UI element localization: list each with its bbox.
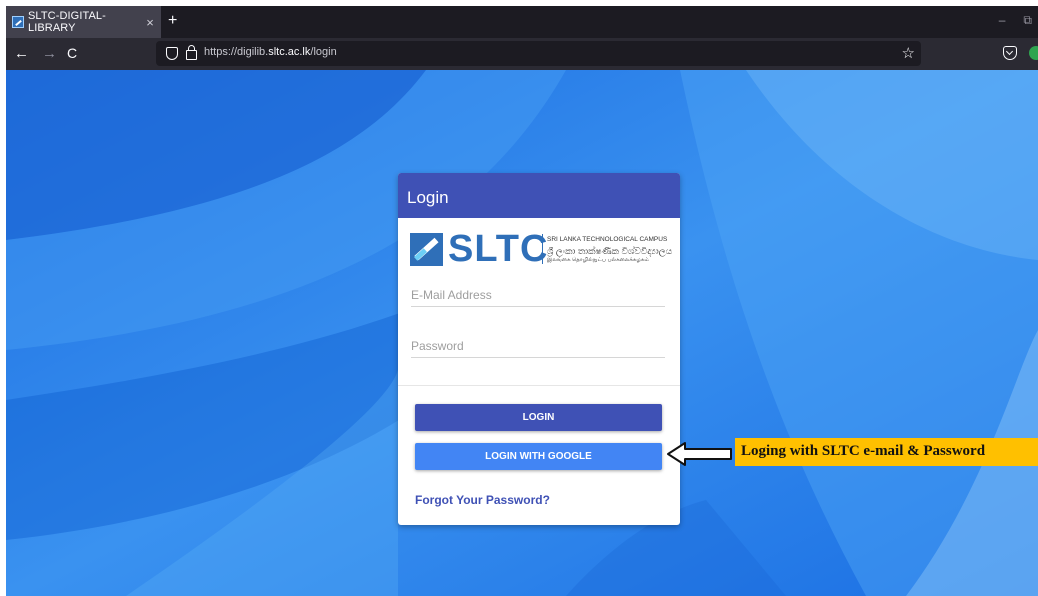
logo-tamil-name: இலங்கை தொழில்நுட்ப பல்கலைக்கழகம் [547,257,649,263]
favicon-icon [12,16,24,28]
page-viewport: Login SLTC SRI LANKA TECHNOLOGICAL CAMPU… [6,70,1038,596]
login-card: Login SLTC SRI LANKA TECHNOLOGICAL CAMPU… [398,173,680,525]
pocket-icon[interactable] [1003,46,1017,60]
url-bar[interactable]: https://digilib.sltc.ac.lk/login ☆ [156,41,921,66]
divider [398,385,680,386]
shield-icon[interactable] [166,47,178,60]
logo-divider [542,234,543,264]
arrow-left-icon [667,442,732,466]
sltc-logo: SLTC SRI LANKA TECHNOLOGICAL CAMPUS ශ්‍ර… [398,228,680,271]
browser-window: SLTC-DIGITAL-LIBRARY × + – ⧉ ← → C https… [6,6,1038,596]
navigation-bar: ← → C https://digilib.sltc.ac.lk/login ☆ [6,38,1038,70]
tab-title: SLTC-DIGITAL-LIBRARY [28,10,106,34]
reload-icon[interactable]: C [67,45,77,61]
plus-icon[interactable]: + [168,12,177,30]
login-button[interactable]: LOGIN [415,404,662,431]
back-arrow-icon[interactable]: ← [14,45,29,62]
password-field[interactable] [411,335,665,358]
window-controls: – ⧉ [999,13,1032,28]
logo-wordmark: SLTC [448,228,549,270]
lock-icon[interactable] [186,45,197,60]
login-with-google-button[interactable]: LOGIN WITH GOOGLE [415,443,662,470]
sltc-logo-mark [410,233,443,266]
annotation-callout: Loging with SLTC e-mail & Password [735,438,1038,466]
login-header: Login [398,173,680,218]
email-field[interactable] [411,284,665,307]
star-icon[interactable]: ☆ [902,44,915,62]
logo-english-name: SRI LANKA TECHNOLOGICAL CAMPUS [547,236,668,243]
tab-sltc-digital-library[interactable]: SLTC-DIGITAL-LIBRARY × [6,6,161,38]
minimize-icon[interactable]: – [999,13,1006,28]
extension-icon[interactable] [1029,46,1038,60]
logo-sinhala-name: ශ්‍රී ලංකා තාක්ෂණික විශ්වවිද්‍යාලය [547,246,673,256]
restore-icon[interactable]: ⧉ [1023,13,1032,28]
tab-strip: SLTC-DIGITAL-LIBRARY × + – ⧉ [6,6,1038,38]
url-text[interactable]: https://digilib.sltc.ac.lk/login [204,46,337,58]
close-icon[interactable]: × [139,15,161,30]
forward-arrow-icon[interactable]: → [42,45,57,62]
forgot-password-link[interactable]: Forgot Your Password? [415,493,550,507]
